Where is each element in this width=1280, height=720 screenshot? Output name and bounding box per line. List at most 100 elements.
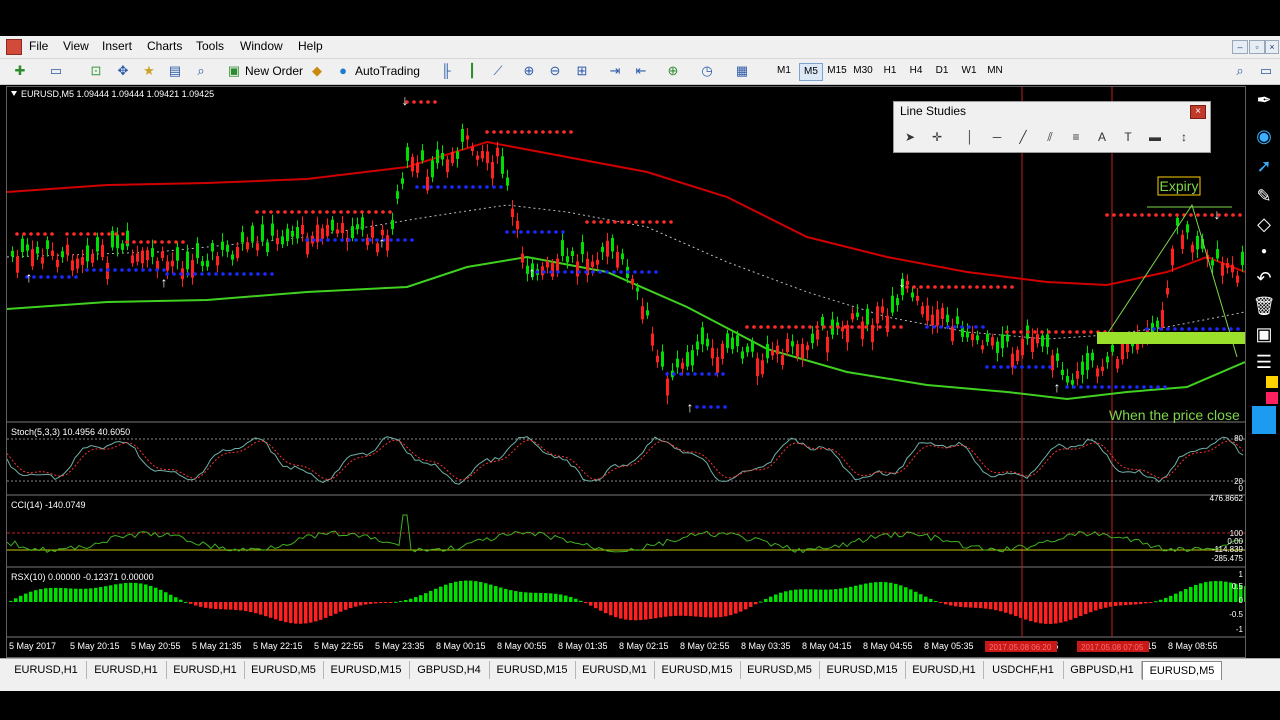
trash-icon[interactable]: 🗑 xyxy=(1252,294,1276,318)
menu-charts[interactable]: Charts xyxy=(147,39,182,53)
color-blue-swatch[interactable] xyxy=(1252,406,1276,434)
arrows-icon[interactable]: ↕ xyxy=(1174,128,1194,146)
resistance-dot xyxy=(1089,330,1093,334)
templates-icon[interactable]: ▦ xyxy=(734,63,750,79)
vertical-line-icon[interactable]: │ xyxy=(960,128,980,146)
tf-w1[interactable]: W1 xyxy=(958,63,980,79)
navigator-icon[interactable]: ✥ xyxy=(115,63,131,79)
chart-shift-icon[interactable]: ⇥ xyxy=(607,63,623,79)
horizontal-line-icon[interactable]: ─ xyxy=(987,128,1007,146)
periods-icon[interactable]: ◷ xyxy=(699,63,715,79)
support-dot xyxy=(533,230,537,234)
indicators-icon[interactable]: ⊕ xyxy=(665,63,681,79)
color-yellow-swatch[interactable] xyxy=(1266,376,1278,388)
tf-mn[interactable]: MN xyxy=(984,63,1006,79)
tf-m30[interactable]: M30 xyxy=(852,63,874,79)
camera-icon[interactable]: ▣ xyxy=(1252,322,1276,346)
tf-d1[interactable]: D1 xyxy=(931,63,953,79)
pen-icon[interactable]: ✒ xyxy=(1252,88,1276,112)
tab-chart-12[interactable]: EURUSD,H1 xyxy=(905,661,984,679)
tab-chart-8[interactable]: EURUSD,M1 xyxy=(575,661,655,679)
autotrading-icon[interactable]: ● xyxy=(335,63,351,79)
tf-h4[interactable]: H4 xyxy=(905,63,927,79)
new-order-icon[interactable]: ▣ xyxy=(226,63,242,79)
list-icon[interactable]: ☰ xyxy=(1252,350,1276,374)
resistance-dot xyxy=(836,325,840,329)
menu-insert[interactable]: Insert xyxy=(102,39,132,53)
resistance-dot xyxy=(648,220,652,224)
price-chart[interactable]: ↑ ↑ ↑ ↑ ↑ ↑ ↓ ↓ ↓ Expiry When the price close EURU… xyxy=(7,87,1245,657)
bar-chart-icon[interactable]: ╟ xyxy=(438,63,454,79)
terminal-icon[interactable]: ▤ xyxy=(167,63,183,79)
tab-chart-6[interactable]: GBPUSD,H4 xyxy=(409,661,490,679)
resistance-dot xyxy=(857,325,861,329)
cursor-icon[interactable]: ➚ xyxy=(1252,154,1276,178)
undo-icon[interactable]: ↶ xyxy=(1252,266,1276,290)
dot-icon[interactable]: ● xyxy=(1252,240,1276,264)
autotrading-button[interactable]: AutoTrading xyxy=(355,62,420,80)
candle-body xyxy=(1001,334,1004,349)
search-icon[interactable]: ⌕ xyxy=(1232,63,1248,79)
resistance-dot xyxy=(297,210,301,214)
candles-icon[interactable]: ┃ xyxy=(464,63,480,79)
profiles-icon[interactable]: ▭ xyxy=(48,63,64,79)
color-red-swatch[interactable] xyxy=(1266,392,1278,404)
channel-icon[interactable]: ⫽ xyxy=(1040,128,1060,146)
zoom-out-icon[interactable]: ⊖ xyxy=(547,63,563,79)
new-order-button[interactable]: New Order xyxy=(245,62,303,80)
fibo-icon[interactable]: ≡ xyxy=(1066,128,1086,146)
menu-view[interactable]: View xyxy=(63,39,89,53)
menu-help[interactable]: Help xyxy=(298,39,323,53)
tester-icon[interactable]: ⌕ xyxy=(193,63,209,79)
menu-window[interactable]: Window xyxy=(240,39,283,53)
tab-chart-9[interactable]: EURUSD,M15 xyxy=(654,661,741,679)
menu-file[interactable]: File xyxy=(29,39,48,53)
resistance-dot xyxy=(1075,330,1079,334)
tab-chart-5[interactable]: EURUSD,M15 xyxy=(323,661,410,679)
tab-chart-13[interactable]: USDCHF,H1 xyxy=(983,661,1064,679)
tab-chart-4[interactable]: EURUSD,M5 xyxy=(244,661,324,679)
tab-chart-active[interactable]: EURUSD,M5 xyxy=(1142,661,1222,680)
text-icon[interactable]: A xyxy=(1092,128,1112,146)
close-icon[interactable]: × xyxy=(1265,40,1279,54)
rsx-bar xyxy=(819,589,823,602)
trendline-icon[interactable]: ╱ xyxy=(1013,128,1033,146)
tab-chart-2[interactable]: EURUSD,H1 xyxy=(86,661,167,679)
close-icon[interactable]: × xyxy=(1190,105,1206,119)
ruler-icon[interactable]: ✎ xyxy=(1252,184,1276,208)
tab-chart-11[interactable]: EURUSD,M15 xyxy=(819,661,906,679)
resistance-dot xyxy=(599,220,603,224)
chart-window[interactable]: ↑ ↑ ↑ ↑ ↑ ↑ ↓ ↓ ↓ Expiry When the price close EURU… xyxy=(6,86,1246,658)
tf-h1[interactable]: H1 xyxy=(879,63,901,79)
restore-icon[interactable]: ▫ xyxy=(1249,40,1265,54)
metaeditor-icon[interactable]: ◆ xyxy=(309,63,325,79)
candle-body xyxy=(1116,359,1119,369)
text-label-icon[interactable]: T xyxy=(1118,128,1138,146)
tab-chart-10[interactable]: EURUSD,M5 xyxy=(740,661,820,679)
buy-arrow-icon: ↑ xyxy=(379,234,386,250)
tf-m1[interactable]: M1 xyxy=(773,63,795,79)
rsx-bar xyxy=(869,582,873,602)
tf-m15[interactable]: M15 xyxy=(826,63,848,79)
chat-icon[interactable]: ▭ xyxy=(1258,63,1274,79)
favorites-icon[interactable]: ★ xyxy=(141,63,157,79)
crosshair-icon[interactable]: ✛ xyxy=(927,128,947,146)
line-chart-icon[interactable]: ⟋ xyxy=(490,63,506,79)
cursor-icon[interactable]: ➤ xyxy=(900,128,920,146)
zoom-in-icon[interactable]: ⊕ xyxy=(521,63,537,79)
menu-tools[interactable]: Tools xyxy=(196,39,224,53)
tab-chart-7[interactable]: EURUSD,M15 xyxy=(489,661,576,679)
minimize-icon[interactable]: – xyxy=(1232,40,1248,54)
tab-chart-3[interactable]: EURUSD,H1 xyxy=(166,661,245,679)
new-chart-icon[interactable]: ✚ xyxy=(12,63,28,79)
rectangle-icon[interactable]: ▬ xyxy=(1145,128,1165,146)
tile-windows-icon[interactable]: ⊞ xyxy=(574,63,590,79)
tab-chart-14[interactable]: GBPUSD,H1 xyxy=(1063,661,1142,679)
market-watch-icon[interactable]: ⊡ xyxy=(88,63,104,79)
autoscroll-icon[interactable]: ⇤ xyxy=(633,63,649,79)
eraser-icon[interactable]: ◇ xyxy=(1252,212,1276,236)
candle-body xyxy=(1066,376,1069,383)
tab-chart-1[interactable]: EURUSD,H1 xyxy=(6,661,87,679)
tf-m5[interactable]: M5 xyxy=(799,63,823,81)
eye-icon[interactable]: ◉ xyxy=(1252,124,1276,148)
